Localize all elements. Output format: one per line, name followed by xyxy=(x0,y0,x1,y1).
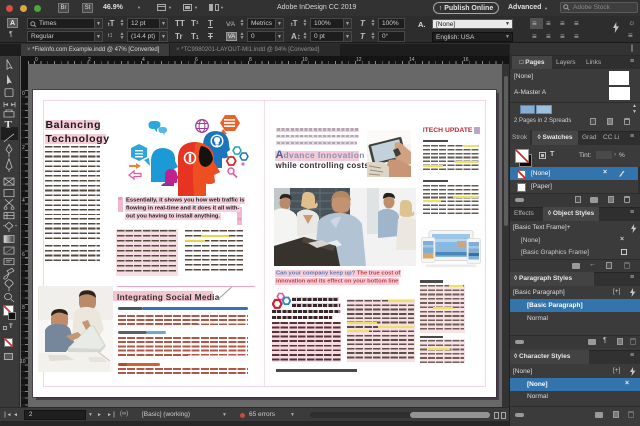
svg-text:T: T xyxy=(5,120,12,130)
